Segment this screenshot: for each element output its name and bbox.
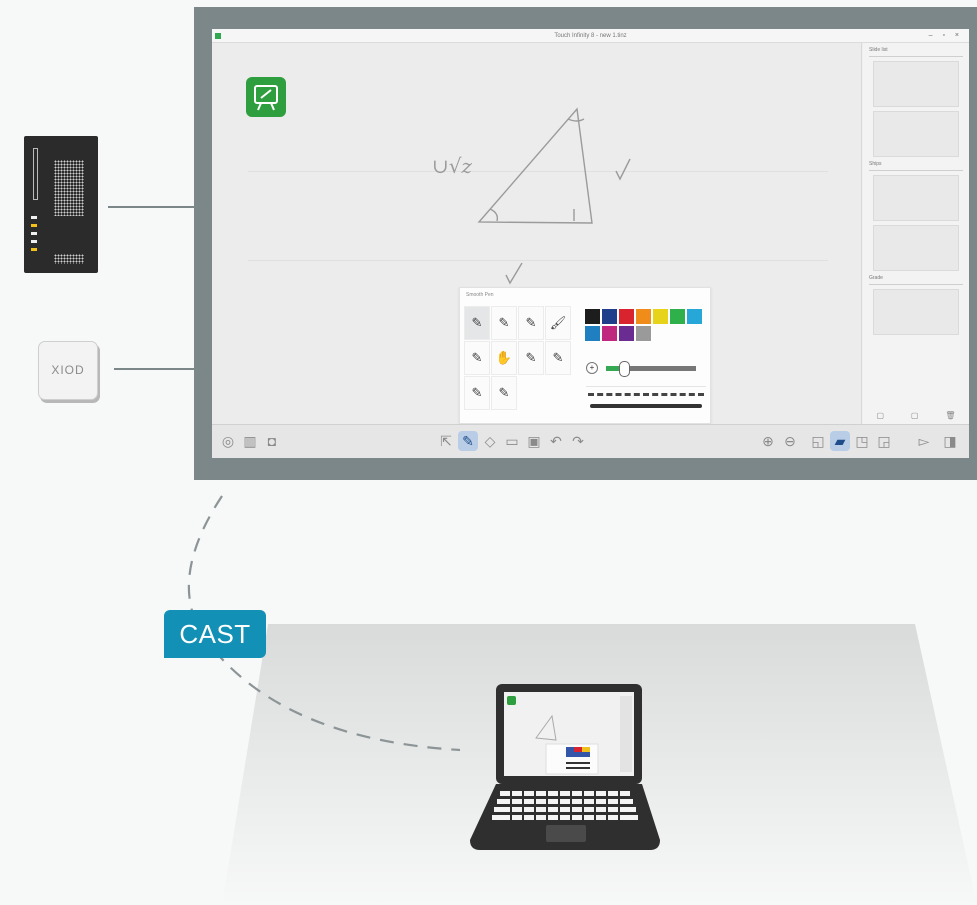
slider-knob[interactable]: [619, 361, 630, 377]
pen-tool-crayon-icon[interactable]: ✎: [545, 341, 571, 375]
tower-connector: [108, 206, 194, 208]
cast-dongle-device: XIOD: [38, 341, 98, 400]
solid-line-option[interactable]: [590, 404, 702, 408]
shape-icon[interactable]: ▭: [502, 431, 522, 451]
touchpad: [546, 825, 586, 842]
pen-tools-grid: ✎ ✎ ✎ 🖌 ✎ ✋ ✎ ✎ ✎ ✎: [464, 306, 572, 410]
copy-icon[interactable]: ▢: [876, 411, 884, 420]
color-swatch[interactable]: [635, 325, 652, 342]
color-swatch[interactable]: [584, 308, 601, 325]
line-style-options: [586, 386, 706, 414]
resources-icon[interactable]: ▥: [240, 431, 260, 451]
window-titlebar: Touch Infinity 8 - new 1.tinz – ▫ ×: [212, 29, 969, 43]
present-icon[interactable]: ▻: [914, 431, 934, 451]
pen-tool-texture-icon[interactable]: ✎: [518, 341, 544, 375]
pen-tool-icon[interactable]: ✎: [458, 431, 478, 451]
zoom-out-icon[interactable]: ⊖: [780, 431, 800, 451]
slide-thumbnail[interactable]: [873, 225, 959, 271]
next-page-icon[interactable]: ◳: [852, 431, 872, 451]
led-indicator: [31, 232, 37, 235]
color-swatch[interactable]: [652, 308, 669, 325]
sketch-formula: ∪√z: [432, 154, 473, 178]
vent-grill: [54, 160, 84, 216]
redo-icon[interactable]: ↷: [568, 431, 588, 451]
cast-badge: CAST: [164, 610, 266, 658]
dashed-line-option[interactable]: [588, 393, 704, 396]
size-dot-icon: +: [586, 362, 598, 374]
slide-thumbnail[interactable]: [873, 61, 959, 107]
side-footer: ▢ ▢ 🗑: [863, 411, 969, 420]
pen-tool-hand-icon[interactable]: ✋: [491, 341, 517, 375]
zoom-in-icon[interactable]: ⊕: [758, 431, 778, 451]
slide-panel: Slide list Ships Grade ▢ ▢ 🗑: [863, 43, 969, 424]
window-controls[interactable]: – ▫ ×: [929, 29, 963, 43]
popup-title: Smooth Pen: [466, 292, 494, 298]
window-title: Touch Infinity 8 - new 1.tinz: [554, 33, 627, 39]
led-indicator: [31, 224, 37, 227]
vent-grill-bottom: [54, 254, 84, 264]
color-swatch[interactable]: [584, 325, 601, 342]
pen-settings-popup: Smooth Pen ✎ ✎ ✎ 🖌 ✎ ✋ ✎ ✎ ✎ ✎ +: [459, 287, 711, 424]
undo-icon[interactable]: ↶: [546, 431, 566, 451]
led-indicator: [31, 240, 37, 243]
toolbox-icon[interactable]: ◘: [262, 431, 282, 451]
pen-tool-pencil-icon[interactable]: ✎: [464, 306, 490, 340]
eraser-icon[interactable]: ◇: [480, 431, 500, 451]
color-swatches: [584, 308, 703, 342]
pen-tool-calligraphy-icon[interactable]: ✎: [464, 341, 490, 375]
pen-tool-marker-icon[interactable]: ✎: [491, 306, 517, 340]
color-swatch[interactable]: [601, 325, 618, 342]
dongle-connector: [114, 368, 194, 370]
color-swatch[interactable]: [686, 308, 703, 325]
mini-app-icon: [507, 696, 516, 705]
menu-icon[interactable]: ◎: [218, 431, 238, 451]
cast-label: CAST: [179, 619, 251, 649]
slide-thumbnail[interactable]: [873, 111, 959, 157]
pen-tool-highlighter-icon[interactable]: ✎: [518, 306, 544, 340]
drive-slot: [33, 148, 38, 200]
pen-size-slider[interactable]: +: [586, 360, 706, 377]
text-box-icon[interactable]: ▣: [524, 431, 544, 451]
add-page-icon[interactable]: ◲: [874, 431, 894, 451]
duplicate-icon[interactable]: ▢: [911, 411, 919, 420]
ops-pc-device: [24, 136, 98, 273]
pen-tool-smart-icon[interactable]: ✎: [464, 376, 490, 410]
side-header[interactable]: Slide list: [869, 47, 963, 57]
color-swatch[interactable]: [618, 325, 635, 342]
pen-tool-brush-icon[interactable]: 🖌: [545, 306, 571, 340]
led-indicator: [31, 216, 37, 219]
exit-icon[interactable]: ◨: [940, 431, 960, 451]
color-swatch[interactable]: [618, 308, 635, 325]
side-header[interactable]: Ships: [869, 161, 963, 171]
previous-page-icon[interactable]: ◱: [808, 431, 828, 451]
color-swatch[interactable]: [669, 308, 686, 325]
led-indicator: [31, 248, 37, 251]
slide-thumbnail[interactable]: [873, 175, 959, 221]
select-tool-icon[interactable]: ⇱: [436, 431, 456, 451]
bottom-toolbar: ◎ ▥ ◘ ⇱ ✎ ◇ ▭ ▣ ↶ ↷ ⊕ ⊖ ◱ ▰ ◳ ◲ ▻ ◨: [212, 424, 969, 458]
app-logo-icon: [215, 33, 221, 39]
side-header[interactable]: Grade: [869, 275, 963, 285]
trash-icon[interactable]: 🗑: [945, 411, 955, 420]
dongle-label: XIOD: [51, 363, 85, 377]
slide-thumbnail[interactable]: [873, 289, 959, 335]
laptop-device: [470, 684, 660, 850]
color-swatch[interactable]: [601, 308, 618, 325]
interactive-display: Touch Infinity 8 - new 1.tinz – ▫ × ∪√z …: [194, 7, 977, 480]
page-view-icon[interactable]: ▰: [830, 431, 850, 451]
pen-tool-magic-icon[interactable]: ✎: [491, 376, 517, 410]
color-swatch[interactable]: [635, 308, 652, 325]
display-screen: Touch Infinity 8 - new 1.tinz – ▫ × ∪√z …: [212, 29, 969, 458]
